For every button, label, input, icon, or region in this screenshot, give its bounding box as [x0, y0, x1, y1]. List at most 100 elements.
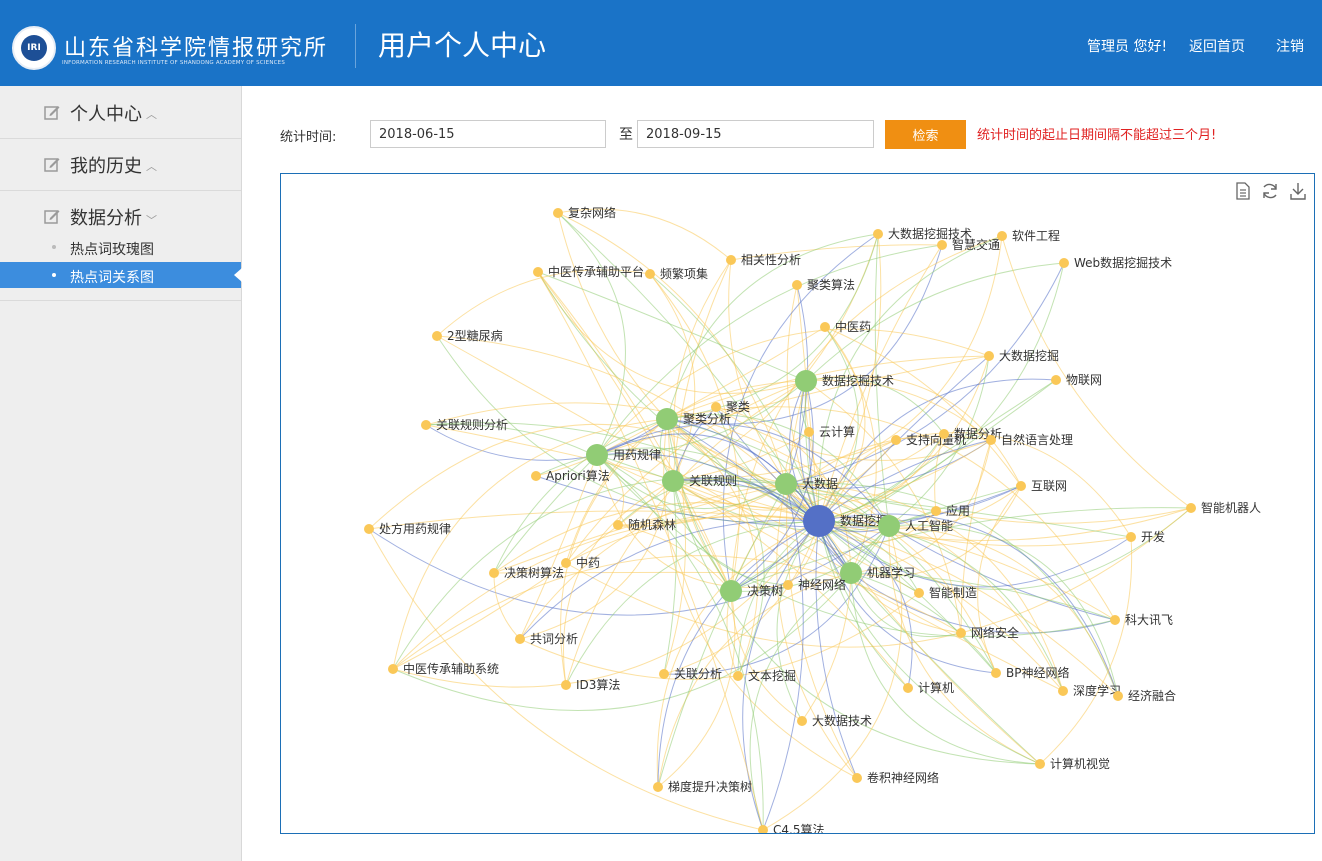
restore-icon[interactable] — [1260, 181, 1280, 201]
graph-node-label: 大数据挖掘 — [999, 348, 1059, 363]
sidebar-menu-my-history[interactable]: 我的历史 ︿ — [0, 138, 241, 191]
graph-node[interactable] — [783, 580, 793, 590]
graph-edge — [519, 483, 787, 640]
graph-node-label: 中医药 — [835, 319, 871, 334]
logout-link[interactable]: 注销 — [1276, 36, 1304, 56]
graph-node[interactable] — [873, 229, 883, 239]
graph-node[interactable] — [613, 520, 623, 530]
graph-node[interactable] — [914, 588, 924, 598]
graph-node[interactable] — [662, 470, 684, 492]
graph-node-label: 科大讯飞 — [1125, 613, 1173, 627]
graph-node[interactable] — [797, 716, 807, 726]
graph-node[interactable] — [421, 420, 431, 430]
graph-node[interactable] — [903, 683, 913, 693]
graph-node-label: 中医传承辅助平台 — [548, 264, 644, 279]
data-view-icon[interactable] — [1233, 181, 1253, 201]
graph-node[interactable] — [937, 240, 947, 250]
graph-node[interactable] — [531, 471, 541, 481]
graph-node[interactable] — [1113, 691, 1123, 701]
graph-node[interactable] — [984, 351, 994, 361]
graph-node[interactable] — [659, 669, 669, 679]
sidebar-menu-label: 个人中心 — [70, 104, 142, 125]
graph-node[interactable] — [878, 515, 900, 537]
graph-node[interactable] — [553, 208, 563, 218]
graph-node[interactable] — [489, 568, 499, 578]
graph-node[interactable] — [1051, 375, 1061, 385]
graph-node-label: 关联规则 — [689, 473, 737, 488]
graph-node-label: 计算机视觉 — [1050, 756, 1110, 771]
graph-node[interactable] — [1016, 481, 1026, 491]
graph-node-label: 聚类分析 — [683, 412, 731, 426]
graph-node[interactable] — [852, 773, 862, 783]
graph-node[interactable] — [645, 269, 655, 279]
graph-node[interactable] — [711, 402, 721, 412]
graph-node[interactable] — [775, 473, 797, 495]
graph-node[interactable] — [1059, 258, 1069, 268]
end-date-input[interactable] — [637, 120, 874, 148]
graph-node[interactable] — [891, 435, 901, 445]
graph-node-label: 开发 — [1141, 529, 1165, 544]
graph-node[interactable] — [820, 322, 830, 332]
graph-node[interactable] — [653, 782, 663, 792]
graph-node[interactable] — [795, 370, 817, 392]
chevron-down-icon: ﹀ — [146, 214, 157, 227]
graph-edge — [657, 483, 787, 788]
graph-node-label: 应用 — [946, 503, 970, 518]
graph-node-label: ID3算法 — [576, 677, 620, 692]
graph-node-label: 机器学习 — [867, 565, 915, 580]
search-button[interactable]: 检索 — [885, 120, 966, 149]
chevron-up-icon: ︿ — [146, 160, 157, 173]
graph-node[interactable] — [533, 267, 543, 277]
graph-node[interactable] — [997, 231, 1007, 241]
graph-node-label: 计算机 — [918, 680, 954, 695]
graph-node[interactable] — [364, 524, 374, 534]
sidebar-item-label: 热点词玫瑰图 — [70, 242, 154, 258]
institute-logo: IRI — [12, 26, 56, 70]
graph-node[interactable] — [515, 634, 525, 644]
graph-node-label: BP神经网络 — [1006, 665, 1069, 680]
graph-edge — [666, 418, 759, 677]
graph-node[interactable] — [939, 429, 949, 439]
graph-node-label: 人工智能 — [905, 518, 953, 533]
graph-node[interactable] — [561, 680, 571, 690]
graph-node[interactable] — [726, 255, 736, 265]
bullet-icon — [52, 245, 56, 249]
graph-node[interactable] — [803, 505, 835, 537]
graph-node[interactable] — [758, 825, 768, 833]
download-icon[interactable] — [1288, 181, 1308, 201]
graph-node[interactable] — [733, 671, 743, 681]
graph-node[interactable] — [991, 668, 1001, 678]
graph-node[interactable] — [720, 580, 742, 602]
graph-node-label: 互联网 — [1031, 479, 1067, 493]
start-date-input[interactable] — [370, 120, 606, 148]
graph-node[interactable] — [1058, 686, 1068, 696]
graph-node-label: 2型糖尿病 — [447, 328, 503, 343]
graph-node-label: 梯度提升决策树 — [668, 779, 752, 794]
graph-node[interactable] — [388, 664, 398, 674]
graph-node[interactable] — [792, 280, 802, 290]
sidebar-menu-personal-center[interactable]: 个人中心 ︿ — [0, 86, 241, 139]
graph-node-label: 共词分析 — [530, 632, 578, 646]
sidebar-item-relation-graph[interactable]: 热点词关系图 — [0, 262, 242, 288]
graph-node[interactable] — [586, 444, 608, 466]
sidebar-item-label: 热点词关系图 — [70, 270, 154, 286]
sidebar-item-rose-chart[interactable]: 热点词玫瑰图 — [0, 234, 241, 260]
graph-node[interactable] — [1126, 532, 1136, 542]
hot-word-relation-graph: 数据挖掘 数据挖掘技术 聚类分析 用药规律 关联规则 大数据 人工智能 机器学习 决策树 复杂网络… — [280, 173, 1315, 834]
edit-icon — [44, 210, 60, 224]
graph-node[interactable] — [986, 435, 996, 445]
graph-edge — [425, 424, 820, 522]
graph-node-label: 用药规律 — [613, 447, 661, 462]
graph-node-label: 神经网络 — [798, 577, 846, 592]
graph-node[interactable] — [1186, 503, 1196, 513]
graph-node[interactable] — [956, 628, 966, 638]
graph-node[interactable] — [931, 506, 941, 516]
graph-node[interactable] — [432, 331, 442, 341]
graph-node-label: 随机森林 — [628, 517, 676, 532]
graph-edge — [1039, 536, 1133, 765]
graph-node[interactable] — [804, 427, 814, 437]
graph-node[interactable] — [1035, 759, 1045, 769]
home-link[interactable]: 返回首页 — [1189, 36, 1245, 56]
graph-node[interactable] — [1110, 615, 1120, 625]
graph-node[interactable] — [656, 408, 678, 430]
